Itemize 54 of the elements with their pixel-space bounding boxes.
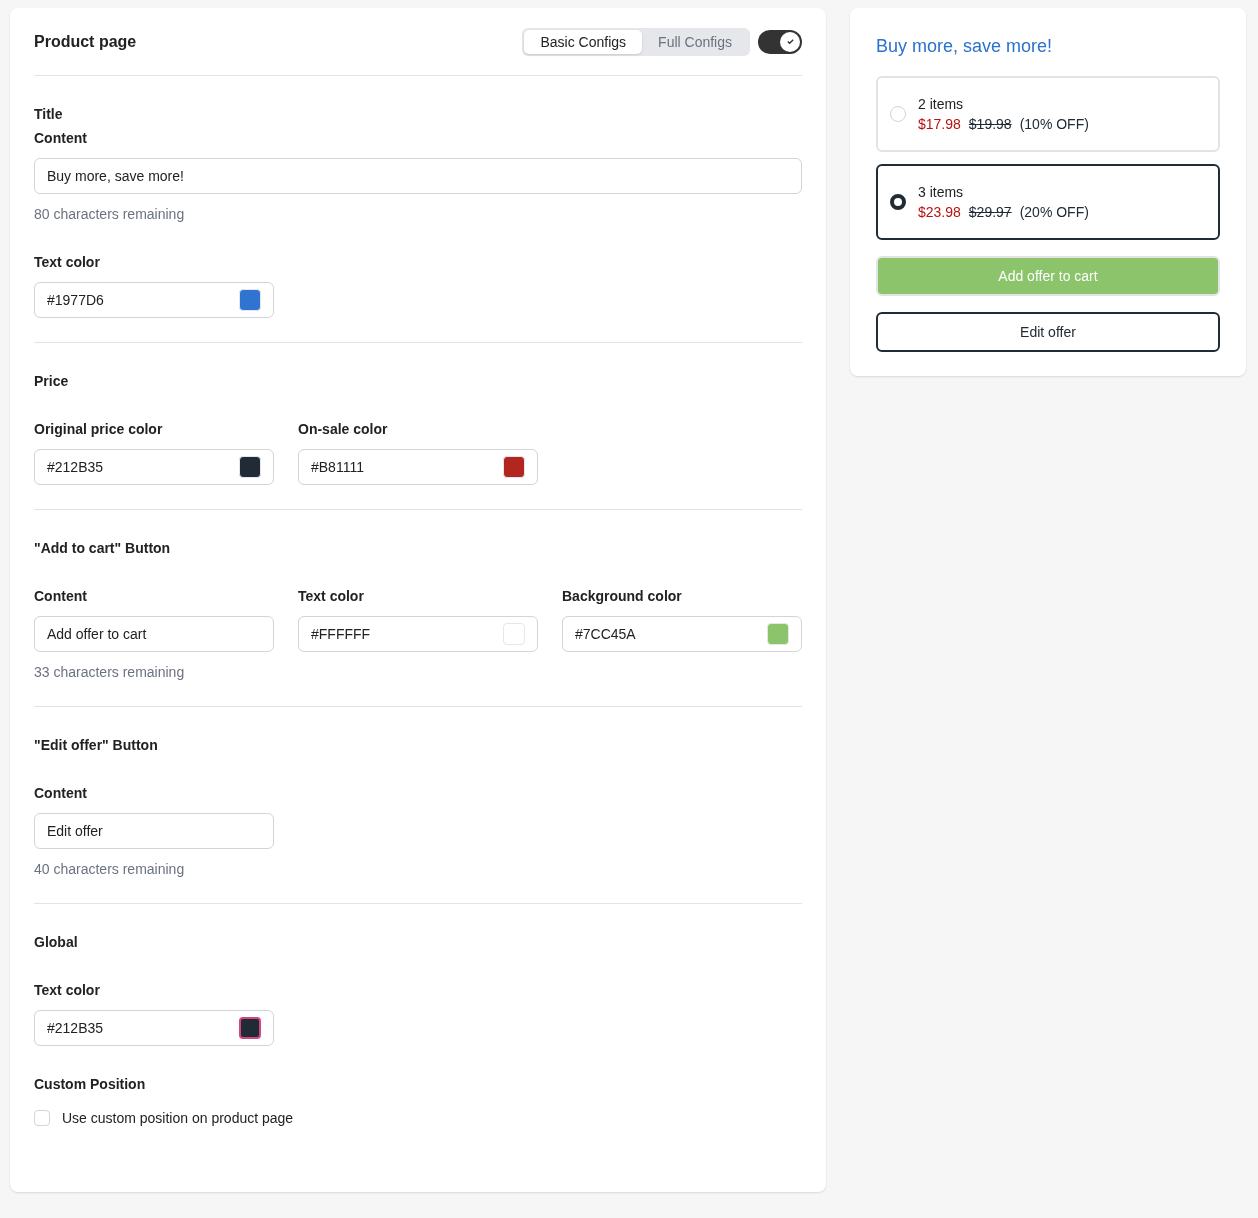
field-label: Text color: [34, 981, 101, 1000]
config-tab[interactable]: Full Configs: [642, 29, 748, 54]
field-label: Original price color: [34, 420, 164, 439]
field-label: Text color: [298, 587, 365, 606]
color-input[interactable]: #FFFFFF: [298, 616, 538, 652]
discount-text: (20% OFF): [1019, 203, 1089, 222]
character-count: 40 characters remaining: [34, 860, 186, 879]
original-price: $19.98: [968, 115, 1012, 134]
original-price: $29.97: [968, 203, 1012, 222]
discount-text: (10% OFF): [1019, 115, 1089, 134]
text-input[interactable]: Buy more, save more!: [34, 158, 802, 194]
field-label: Content: [34, 129, 88, 148]
text-input[interactable]: Edit offer: [34, 813, 274, 849]
text-input[interactable]: Add offer to cart: [34, 616, 274, 652]
sale-price: $23.98: [918, 203, 961, 222]
offer-option[interactable]: 2 items $17.98 $19.98 (10% OFF): [876, 76, 1220, 152]
color-input[interactable]: #1977D6: [34, 282, 274, 318]
item-quantity: 2 items: [918, 95, 965, 114]
edit-offer-button[interactable]: Edit offer: [876, 312, 1220, 352]
field-label: Text color: [34, 253, 101, 272]
field-label: Content: [34, 784, 88, 803]
color-value: #1977D6: [47, 291, 104, 310]
color-value: #212B35: [47, 458, 104, 477]
color-input[interactable]: #B81111: [298, 449, 538, 485]
color-value: #7CC45A: [575, 625, 636, 644]
color-input[interactable]: #7CC45A: [562, 616, 802, 652]
item-quantity: 3 items: [918, 183, 965, 202]
page-title: Product page: [34, 31, 137, 52]
offer-title: Buy more, save more!: [876, 35, 1054, 58]
field-label: Content: [34, 587, 88, 606]
field-label: Background color: [562, 587, 683, 606]
section-title: "Edit offer" Button: [34, 736, 159, 755]
character-count: 80 characters remaining: [34, 205, 186, 224]
check-icon: [785, 37, 795, 46]
color-value: #212B35: [47, 1019, 104, 1038]
color-value: #B81111: [311, 458, 364, 477]
sale-price: $17.98: [918, 115, 961, 134]
checkbox-label: Use custom position on product page: [62, 1109, 294, 1128]
radio-button[interactable]: [890, 194, 906, 210]
color-value: #FFFFFF: [311, 625, 371, 644]
offer-option[interactable]: 3 items $23.98 $29.97 (20% OFF): [876, 164, 1220, 240]
color-input[interactable]: #212B35: [34, 449, 274, 485]
checkbox[interactable]: [34, 1110, 50, 1126]
toggle-switch[interactable]: [758, 29, 802, 54]
section-title: Global: [34, 933, 79, 952]
section-title: "Add to cart" Button: [34, 539, 172, 558]
section-title: Price: [34, 372, 70, 391]
character-count: 33 characters remaining: [34, 663, 186, 682]
config-tab[interactable]: Basic Configs: [524, 29, 643, 54]
color-input[interactable]: #212B35: [34, 1010, 274, 1046]
field-label: On-sale color: [298, 420, 389, 439]
section-title: Title: [34, 105, 64, 124]
field-label: Custom Position: [34, 1075, 147, 1094]
color-swatch[interactable]: [239, 1017, 261, 1039]
